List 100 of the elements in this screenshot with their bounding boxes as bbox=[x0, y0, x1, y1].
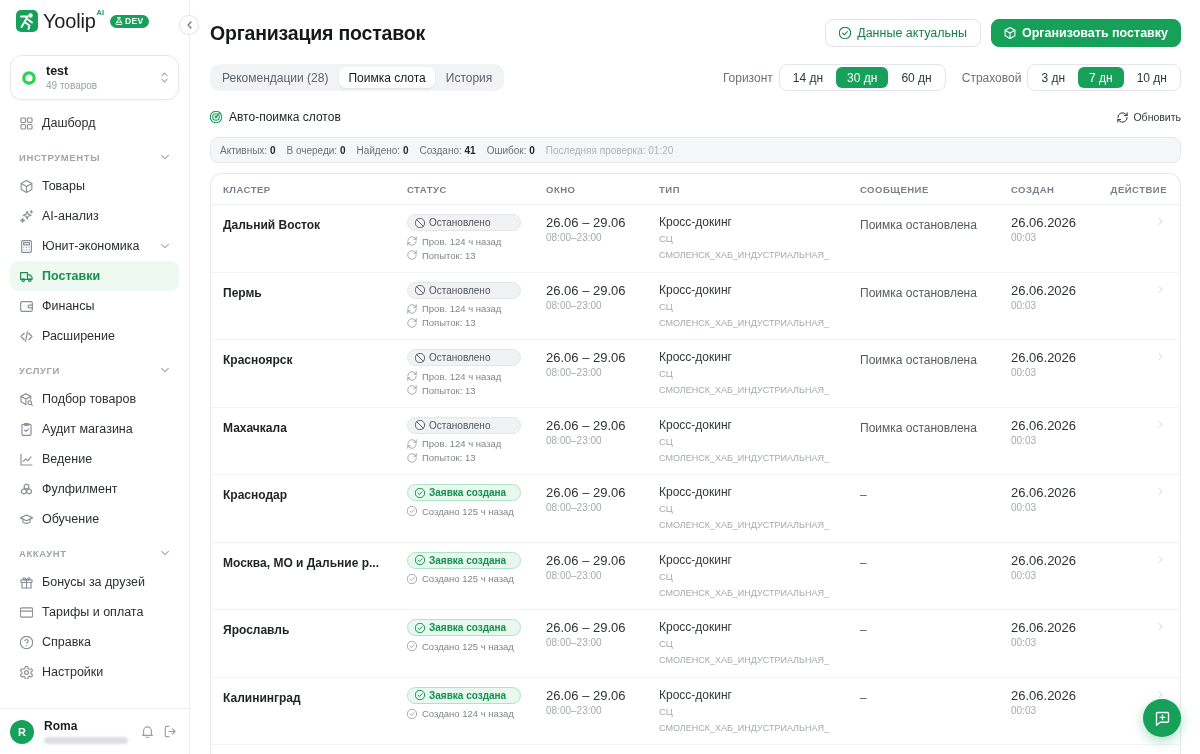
segment-option[interactable]: 60 дн bbox=[890, 67, 943, 88]
chevron-right-icon[interactable] bbox=[1158, 217, 1163, 226]
code-icon bbox=[20, 329, 33, 343]
message-text: – bbox=[860, 623, 867, 637]
chevron-right-icon[interactable] bbox=[1158, 554, 1163, 564]
env-label: DEV bbox=[125, 16, 144, 26]
created-date: 26.06.2026 bbox=[1011, 417, 1077, 433]
nav-item[interactable]: Тарифы и оплата bbox=[10, 597, 179, 627]
type-category: СЦ bbox=[659, 503, 673, 515]
cluster-name: Пермь bbox=[223, 285, 262, 300]
refresh-icon bbox=[407, 438, 417, 449]
date-range: 26.06 – 29.06 bbox=[546, 215, 626, 230]
nav-item[interactable]: Настройки bbox=[10, 657, 179, 687]
nav-item[interactable]: Ведение bbox=[10, 444, 179, 474]
brand-name: Yoolip bbox=[43, 10, 96, 32]
nav-item[interactable]: Финансы bbox=[10, 291, 179, 321]
time-range: 08:00–23:00 bbox=[546, 704, 602, 717]
status-detail: Пров. 124 ч назад bbox=[422, 370, 502, 382]
nav-item[interactable]: Товары bbox=[10, 171, 179, 201]
chevron-left-icon bbox=[186, 21, 192, 29]
created-time: 00:03 bbox=[1011, 704, 1037, 717]
nav-item[interactable]: Подбор товаров bbox=[10, 384, 179, 414]
logout-icon[interactable] bbox=[164, 725, 177, 738]
created-time: 00:03 bbox=[1011, 299, 1037, 312]
nav-item[interactable]: Аудит магазина bbox=[10, 414, 179, 444]
workspace-subtitle: 49 товаров bbox=[46, 80, 99, 91]
tab[interactable]: Поимка слота bbox=[339, 67, 435, 88]
data-status-button[interactable]: Данные актуальны bbox=[825, 19, 981, 47]
chevron-down-icon bbox=[161, 367, 169, 373]
supply-type: Кросс-докинг bbox=[659, 687, 732, 703]
workspace-name: test bbox=[46, 64, 70, 78]
tab[interactable]: История bbox=[436, 67, 502, 88]
wallet-icon bbox=[20, 299, 33, 313]
status-label: Остановлено bbox=[429, 352, 491, 363]
column-header: СООБЩЕНИЕ bbox=[860, 183, 930, 195]
supply-type: Кросс-докинг bbox=[659, 485, 732, 500]
nav-item[interactable]: Расширение bbox=[10, 321, 179, 351]
avatar: R bbox=[10, 719, 34, 744]
nav-item[interactable]: Дашборд bbox=[10, 108, 179, 138]
segment-option[interactable]: 10 дн bbox=[1125, 67, 1178, 88]
chevron-right-icon[interactable] bbox=[1158, 284, 1163, 294]
chevron-right-icon[interactable] bbox=[1158, 689, 1163, 699]
date-range: 26.06 – 29.06 bbox=[546, 350, 626, 365]
check-circle-icon bbox=[407, 506, 417, 516]
check-circle-icon bbox=[415, 690, 425, 700]
grid-icon bbox=[20, 116, 33, 130]
type-category: СЦ bbox=[659, 233, 673, 245]
message-text: – bbox=[860, 488, 867, 502]
chevron-right-icon[interactable] bbox=[1158, 352, 1163, 361]
chevron-right-icon[interactable] bbox=[1158, 487, 1163, 496]
rotate-icon bbox=[407, 452, 417, 463]
warehouse-name: СМОЛЕНСК_ХАБ_ИНДУСТРИАЛЬНАЯ_ bbox=[659, 519, 829, 531]
check-circle-icon bbox=[415, 555, 425, 565]
cluster-name: Калининград bbox=[223, 690, 301, 705]
segment-option[interactable]: 3 дн bbox=[1030, 67, 1077, 88]
type-category: СЦ bbox=[659, 435, 673, 448]
message-text: Поимка остановлена bbox=[860, 218, 977, 232]
nav-item[interactable]: Фулфилмент bbox=[10, 474, 179, 504]
filter-label: Горизонт bbox=[722, 70, 773, 85]
chat-button[interactable] bbox=[1143, 699, 1181, 737]
time-range: 08:00–23:00 bbox=[546, 367, 602, 379]
cluster-name: Дальний Восток bbox=[223, 218, 321, 232]
warehouse-name: СМОЛЕНСК_ХАБ_ИНДУСТРИАЛЬНАЯ_ bbox=[659, 249, 829, 261]
check-circle-icon bbox=[407, 641, 417, 651]
chevron-right-icon[interactable] bbox=[1158, 419, 1163, 429]
cluster-name: Красноярск bbox=[223, 353, 293, 367]
status-detail: Создано 125 ч назад bbox=[422, 505, 514, 517]
stat-item: Ошибок: 0 bbox=[486, 144, 535, 156]
segment-option[interactable]: 14 дн bbox=[781, 67, 835, 88]
line-chart-icon bbox=[20, 452, 33, 466]
tab[interactable]: Рекомендации (28) bbox=[213, 67, 338, 88]
created-time: 00:03 bbox=[1011, 232, 1037, 244]
column-header: СТАТУС bbox=[407, 183, 448, 195]
nav-item[interactable]: Обучение bbox=[10, 504, 179, 534]
created-date: 26.06.2026 bbox=[1011, 485, 1077, 500]
credit-card-icon bbox=[20, 605, 33, 619]
nav-item[interactable]: Поставки bbox=[10, 261, 179, 291]
nav-item[interactable]: Юнит-экономика bbox=[10, 231, 179, 261]
status-detail: Пров. 124 ч назад bbox=[422, 303, 502, 314]
bell-icon[interactable] bbox=[141, 725, 154, 738]
message-text: Поимка остановлена bbox=[860, 353, 977, 367]
collapse-sidebar-button[interactable] bbox=[179, 15, 199, 35]
supply-type: Кросс-докинг bbox=[659, 417, 732, 433]
refresh-button[interactable]: Обновить bbox=[1117, 111, 1181, 123]
chevron-right-icon[interactable] bbox=[1158, 622, 1163, 631]
nav-item[interactable]: Бонусы за друзей bbox=[10, 567, 179, 597]
message-plus-icon bbox=[1154, 710, 1170, 726]
truck-icon bbox=[20, 269, 33, 283]
clipboard-check-icon bbox=[20, 422, 33, 436]
radar-icon bbox=[210, 111, 222, 123]
workspace-switcher[interactable]: test 49 товаров bbox=[10, 55, 179, 100]
warehouse-name: СМОЛЕНСК_ХАБ_ИНДУСТРИАЛЬНАЯ_ bbox=[659, 654, 829, 666]
chevron-down-icon bbox=[161, 154, 169, 160]
time-range: 08:00–23:00 bbox=[546, 299, 602, 312]
type-category: СЦ bbox=[659, 638, 673, 650]
type-category: СЦ bbox=[659, 368, 673, 380]
nav-item[interactable]: Справка bbox=[10, 627, 179, 657]
nav-item[interactable]: AI-анализ bbox=[10, 201, 179, 231]
time-range: 08:00–23:00 bbox=[546, 502, 602, 514]
warehouse-name: СМОЛЕНСК_ХАБ_ИНДУСТРИАЛЬНАЯ_ bbox=[659, 451, 829, 464]
